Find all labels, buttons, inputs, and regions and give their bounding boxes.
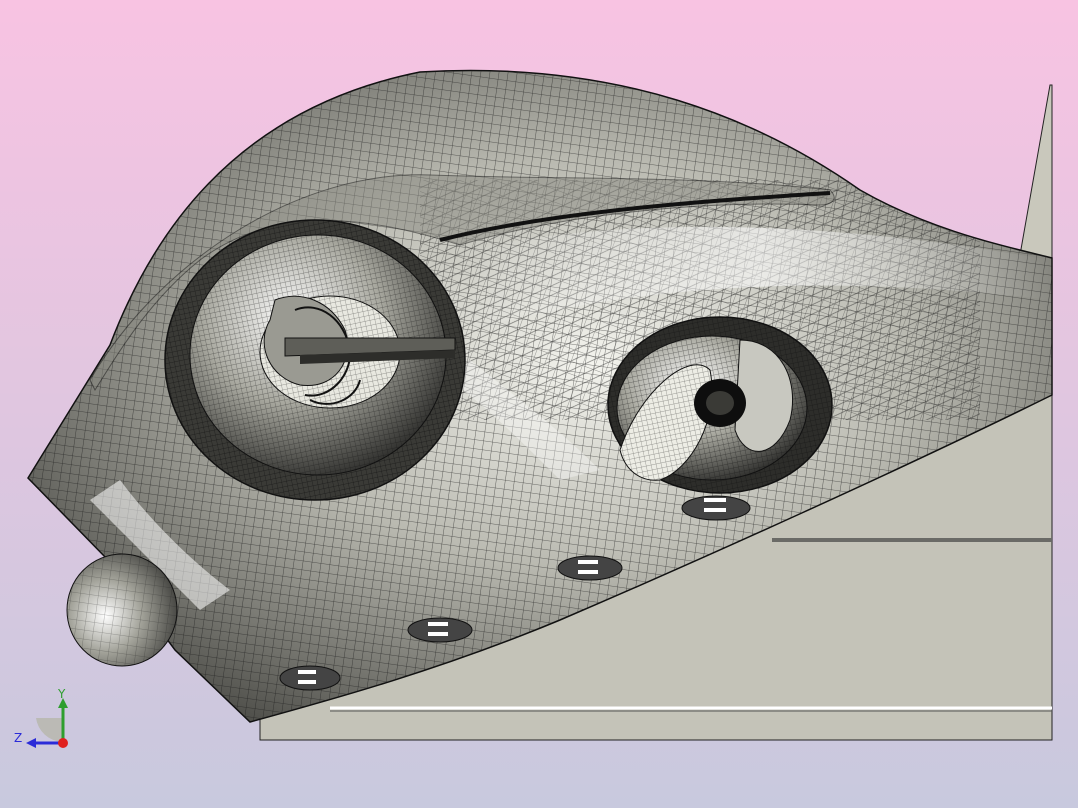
orientation-triad[interactable]: Y Z	[14, 688, 78, 752]
nose-bulb[interactable]	[66, 553, 178, 667]
vent-slot	[279, 665, 341, 691]
vent-slot	[681, 495, 751, 521]
y-axis-label: Y	[58, 687, 66, 701]
oval-socket[interactable]	[607, 316, 833, 494]
vent-slot	[407, 617, 473, 643]
x-axis-dot	[58, 738, 68, 748]
vent-slot	[557, 555, 623, 581]
z-axis-label: Z	[14, 731, 23, 745]
3d-viewport[interactable]	[0, 0, 1078, 808]
